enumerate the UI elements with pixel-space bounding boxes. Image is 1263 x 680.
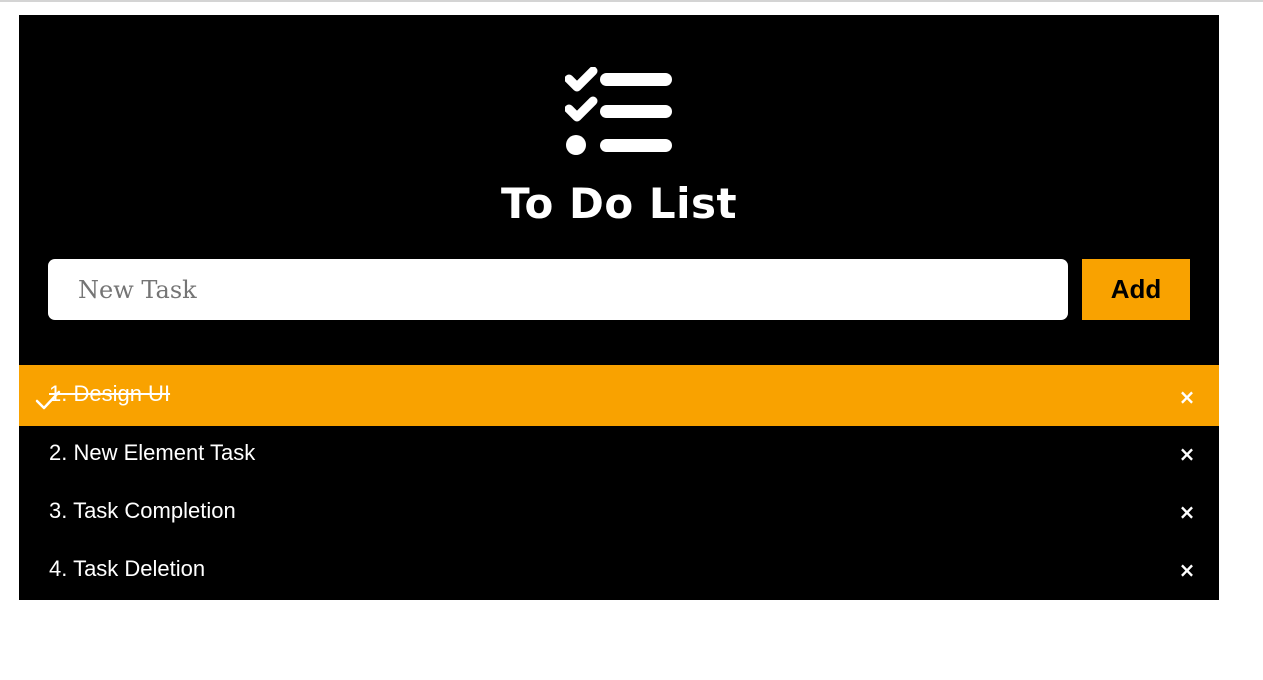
task-label: 2. New Element Task <box>49 440 256 465</box>
close-icon[interactable]: × <box>1175 385 1199 409</box>
task-item-task-deletion[interactable]: 4. Task Deletion × <box>19 542 1219 600</box>
todo-app-container: To Do List Add 1. Design UI × 2. New Ele… <box>19 15 1219 600</box>
close-icon[interactable]: × <box>1175 558 1199 582</box>
close-icon[interactable]: × <box>1175 442 1199 466</box>
close-icon[interactable]: × <box>1175 500 1199 524</box>
page-title: To Do List <box>500 179 738 228</box>
browser-top-divider <box>0 0 1263 2</box>
task-label: 3. Task Completion <box>49 498 236 523</box>
task-label: 4. Task Deletion <box>49 556 206 581</box>
add-task-button[interactable]: Add <box>1082 259 1190 320</box>
new-task-input[interactable] <box>48 259 1068 320</box>
task-label: 1. Design UI <box>49 381 171 406</box>
task-item-task-completion[interactable]: 3. Task Completion × <box>19 484 1219 542</box>
task-item-design-ui[interactable]: 1. Design UI × <box>19 365 1219 426</box>
task-item-new-element-task[interactable]: 2. New Element Task × <box>19 426 1219 484</box>
checklist-icon <box>565 67 672 155</box>
task-list: 1. Design UI × 2. New Element Task × 3. … <box>19 365 1219 600</box>
